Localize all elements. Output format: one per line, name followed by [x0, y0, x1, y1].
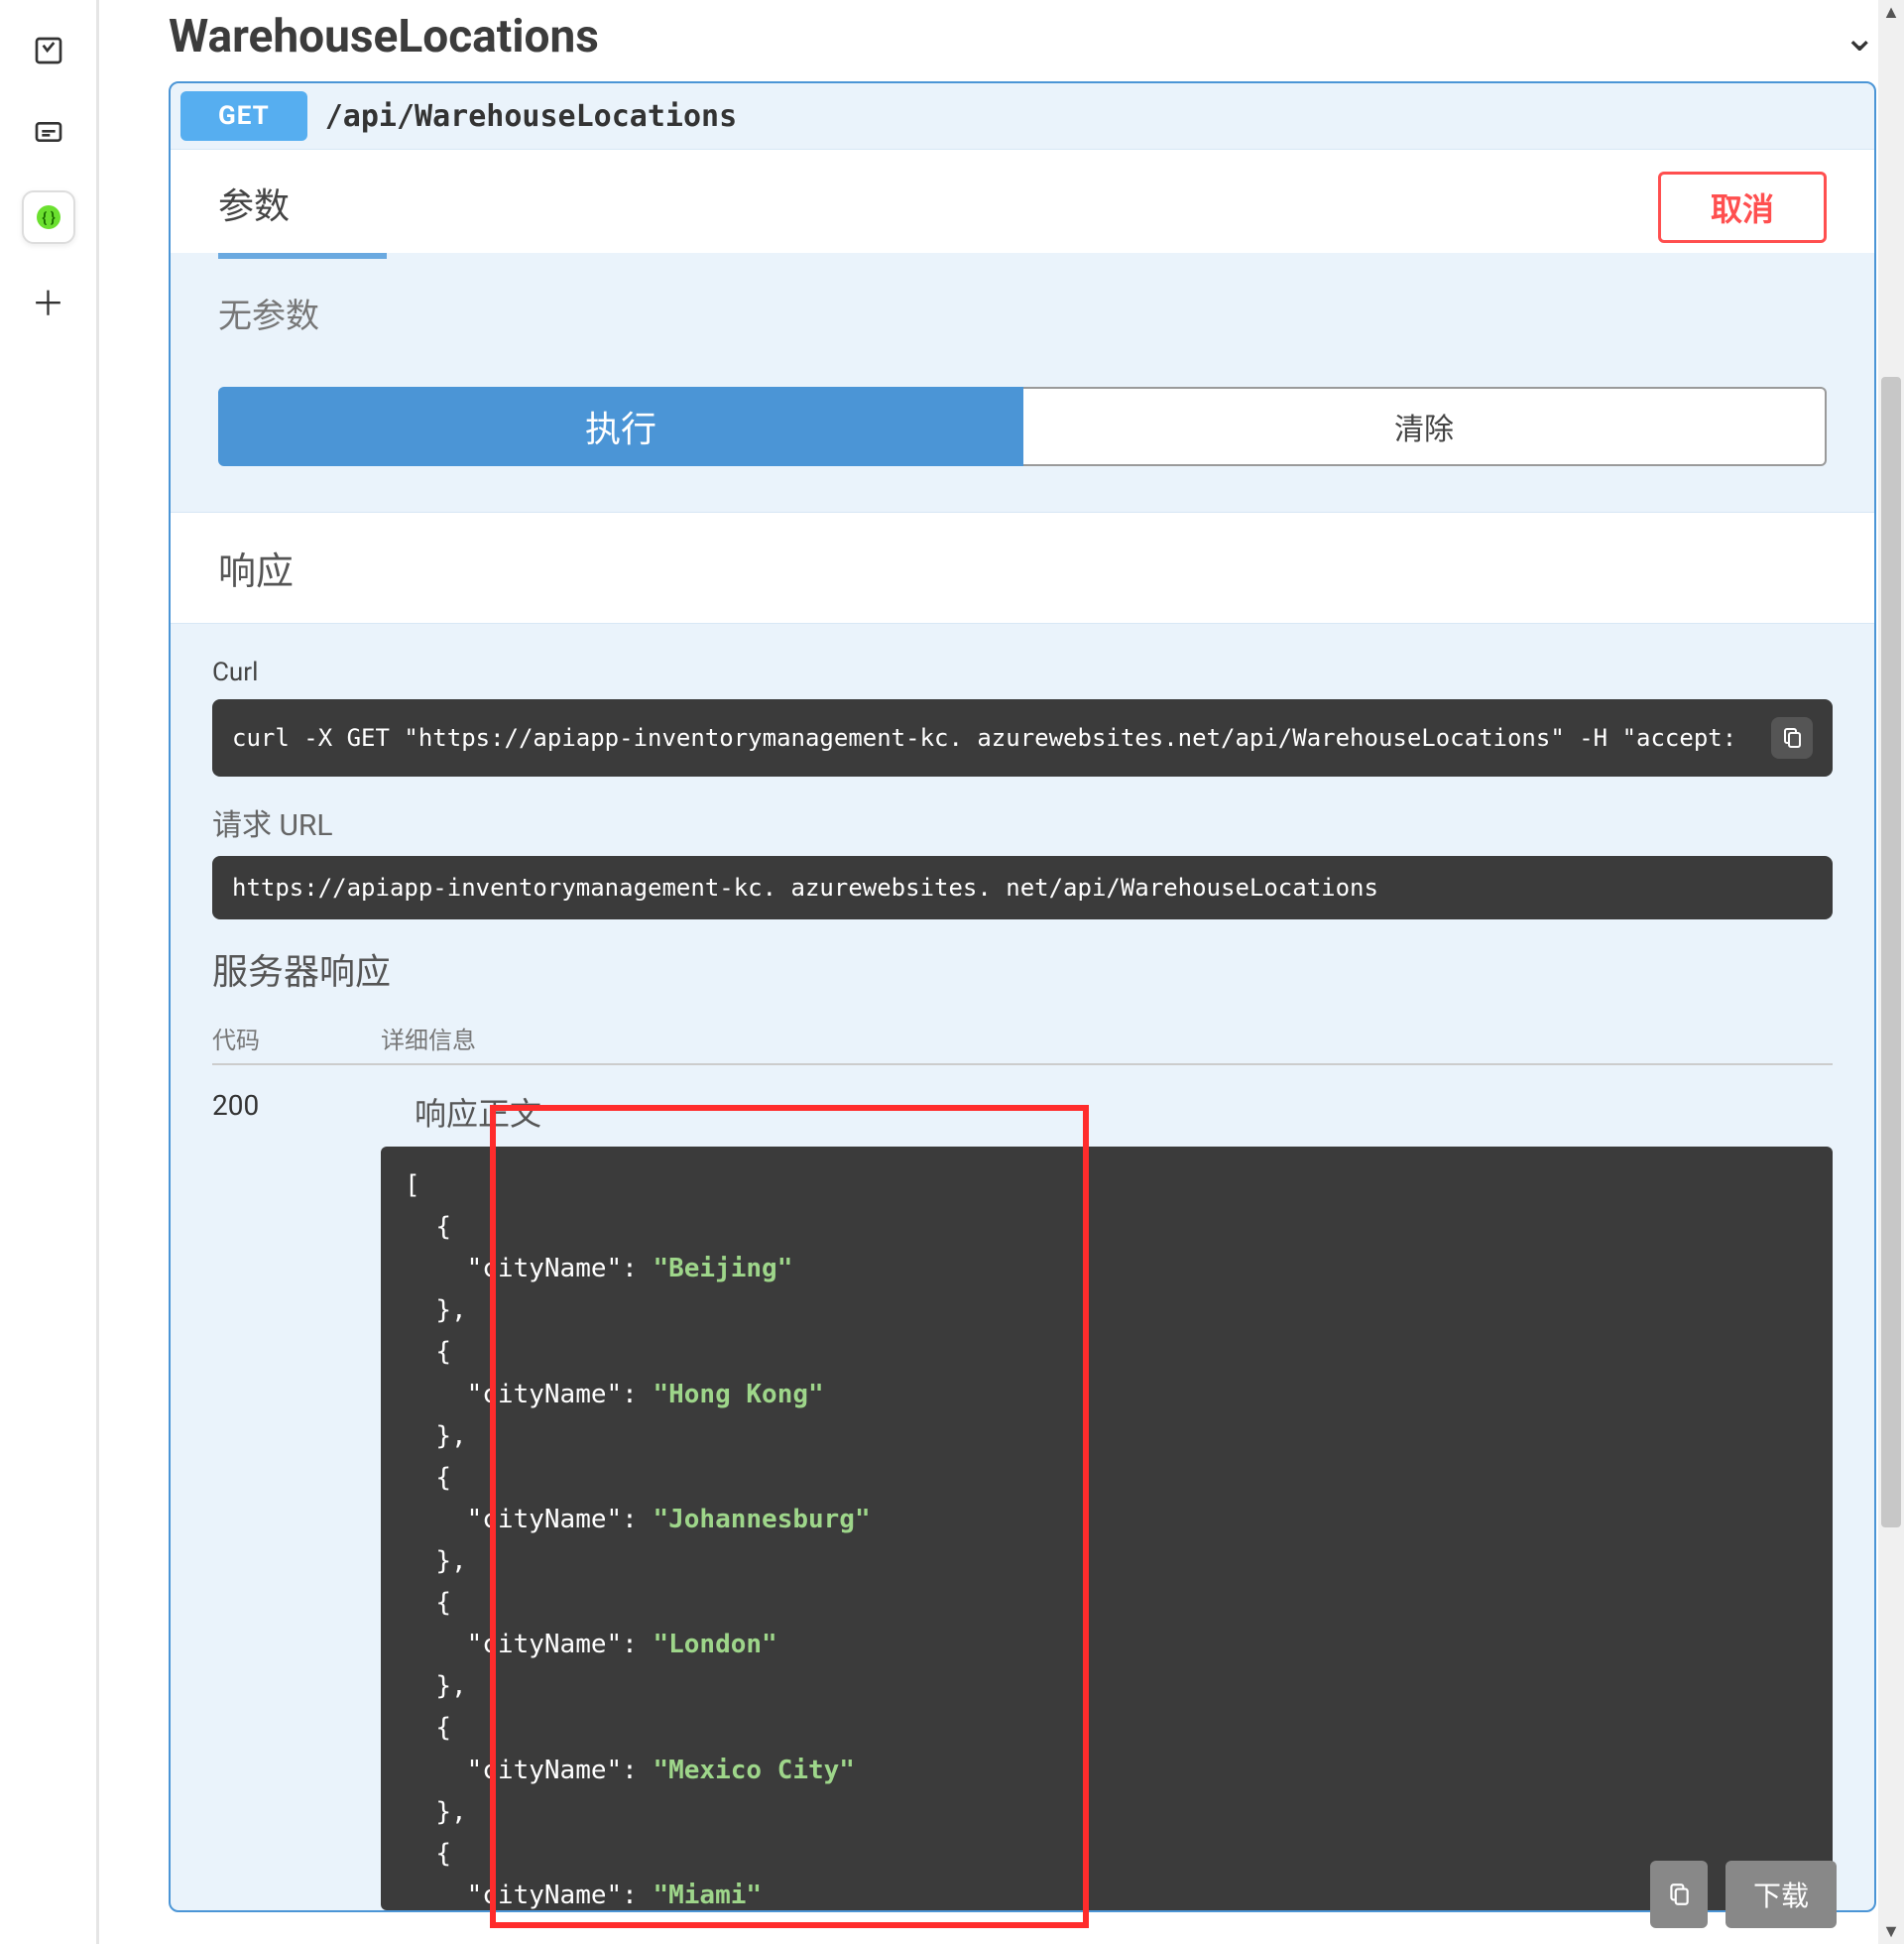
copy-response-button[interactable] [1650, 1861, 1708, 1928]
operation-block: GET /api/WarehouseLocations 参数 取消 无参数 执行… [169, 81, 1876, 1912]
curl-command[interactable]: curl -X GET "https://apiapp-inventoryman… [232, 724, 1751, 752]
chat-icon[interactable] [22, 107, 75, 161]
response-row: 200 响应正文 [ { "cityName": "Beijing" }, { … [212, 1065, 1833, 1910]
chevron-down-icon[interactable]: ⌄ [1843, 14, 1876, 61]
copy-curl-button[interactable] [1771, 717, 1813, 759]
svg-text:{ }: { } [42, 208, 55, 226]
server-response-header: 服务器响应 [212, 943, 1833, 995]
code-column-header: 代码 [212, 1021, 381, 1055]
download-label: 下载 [1753, 1875, 1809, 1914]
add-icon[interactable]: ＋ [22, 274, 75, 327]
responses-area: Curl curl -X GET "https://apiapp-invento… [171, 624, 1874, 1910]
operation-summary[interactable]: GET /api/WarehouseLocations [171, 83, 1874, 149]
response-json[interactable]: [ { "cityName": "Beijing" }, { "cityName… [381, 1147, 1833, 1910]
page-scrollbar[interactable]: ▲ ▼ [1878, 0, 1904, 1944]
float-buttons: 下载 [1650, 1861, 1837, 1928]
request-url-value[interactable]: https://apiapp-inventorymanagement-kc. a… [232, 874, 1813, 902]
clear-button[interactable]: 清除 [1023, 387, 1827, 466]
scroll-up-icon[interactable]: ▲ [1882, 2, 1900, 23]
action-buttons: 执行 清除 [218, 387, 1827, 466]
endpoint-path: /api/WarehouseLocations [325, 99, 737, 134]
download-button[interactable]: 下载 [1726, 1861, 1837, 1928]
response-table-header: 代码 详细信息 [212, 1013, 1833, 1065]
http-method-badge: GET [180, 91, 307, 141]
explorer-icon[interactable] [22, 24, 75, 77]
parameters-tab[interactable]: 参数 [218, 178, 290, 247]
detail-column-header: 详细信息 [381, 1021, 476, 1055]
curl-command-box: curl -X GET "https://apiapp-inventoryman… [212, 699, 1833, 777]
endpoint-title: WarehouseLocations [169, 10, 599, 63]
request-url-label: 请求 URL [212, 800, 1833, 844]
request-url-box: https://apiapp-inventorymanagement-kc. a… [212, 856, 1833, 919]
parameters-header: 参数 取消 [171, 149, 1874, 253]
curl-label: Curl [212, 658, 1833, 687]
execute-button[interactable]: 执行 [218, 387, 1023, 466]
scroll-down-icon[interactable]: ▼ [1882, 1921, 1900, 1942]
parameters-body: 无参数 执行 清除 [171, 259, 1874, 512]
cancel-button[interactable]: 取消 [1658, 172, 1827, 243]
endpoint-header[interactable]: WarehouseLocations ⌄ [169, 10, 1876, 63]
no-parameters-label: 无参数 [218, 289, 1827, 337]
scrollbar-thumb[interactable] [1881, 377, 1901, 1527]
api-icon[interactable]: { } [22, 190, 75, 244]
response-body-label: 响应正文 [415, 1089, 1833, 1135]
main-content: WarehouseLocations ⌄ GET /api/WarehouseL… [99, 0, 1904, 1944]
response-body-wrap: 响应正文 [ { "cityName": "Beijing" }, { "cit… [381, 1089, 1833, 1910]
sidebar: { } ＋ [0, 0, 99, 1944]
responses-header: 响应 [171, 512, 1874, 624]
status-code: 200 [212, 1089, 381, 1122]
